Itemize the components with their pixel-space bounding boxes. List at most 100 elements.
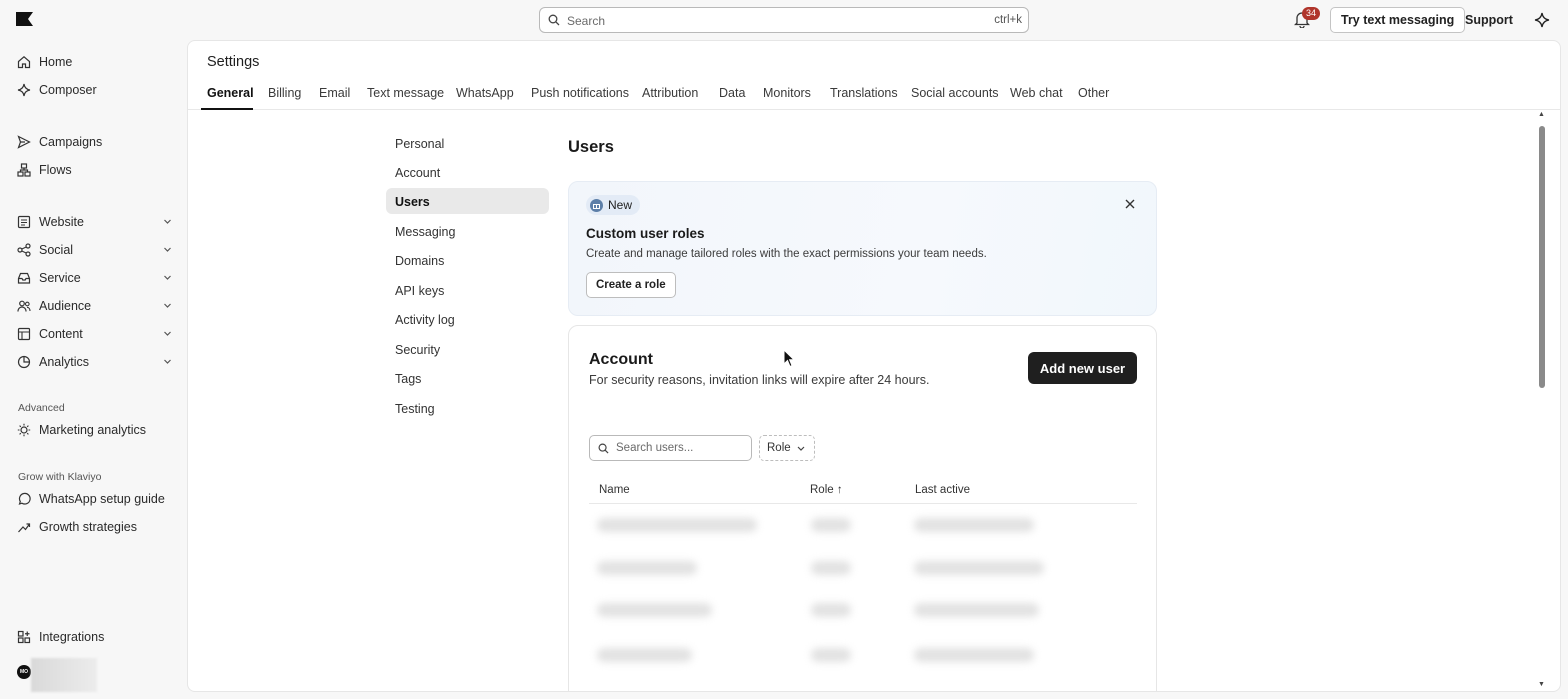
- subnav-account[interactable]: Account: [386, 159, 549, 185]
- analytics-icon: [17, 355, 31, 369]
- redacted-role: [811, 648, 851, 662]
- tab-other[interactable]: Other: [1078, 86, 1109, 100]
- sidebar-item-label: Flows: [39, 163, 72, 177]
- sidebar-item-marketing-analytics[interactable]: Marketing analytics: [17, 419, 172, 441]
- account-description: For security reasons, invitation links w…: [589, 373, 930, 387]
- avatar[interactable]: MO: [17, 665, 31, 679]
- new-badge-label: New: [608, 198, 633, 212]
- sidebar-item-integrations[interactable]: Integrations: [17, 626, 172, 648]
- account-title: Account: [589, 351, 653, 368]
- chevron-down-icon: [164, 359, 171, 364]
- section-title: Users: [568, 138, 614, 156]
- settings-tabs: General Billing Email Text message Whats…: [188, 81, 1560, 110]
- role-filter-button[interactable]: Role: [759, 435, 815, 461]
- tab-general[interactable]: General: [207, 86, 254, 100]
- redacted-last-active: [914, 518, 1034, 532]
- sidebar-item-label: Home: [39, 55, 73, 69]
- sidebar-item-label: WhatsApp setup guide: [39, 492, 165, 506]
- column-header-name[interactable]: Name: [599, 484, 630, 496]
- chevron-down-icon: [164, 219, 171, 224]
- settings-panel: Settings General Billing Email Text mess…: [187, 40, 1561, 692]
- role-filter-label: Role: [767, 442, 791, 454]
- page-title: Settings: [207, 54, 260, 70]
- subnav-testing[interactable]: Testing: [386, 395, 549, 421]
- subnav-users[interactable]: Users: [386, 188, 549, 214]
- sidebar-item-label: Social: [39, 243, 74, 257]
- subnav-activity-log[interactable]: Activity log: [386, 306, 549, 332]
- try-text-messaging-button[interactable]: Try text messaging: [1330, 7, 1466, 33]
- sidebar-item-label: Integrations: [39, 630, 105, 644]
- advanced-section-label: Advanced: [18, 402, 65, 414]
- sidebar-item-social[interactable]: Social: [17, 239, 172, 261]
- sidebar-item-whatsapp-setup-guide[interactable]: WhatsApp setup guide: [17, 488, 172, 510]
- sidebar-item-growth-strategies[interactable]: Growth strategies: [17, 516, 172, 538]
- banner-title: Custom user roles: [586, 226, 705, 241]
- tab-web-chat[interactable]: Web chat: [1010, 86, 1063, 100]
- sidebar-item-website[interactable]: Website: [17, 211, 172, 233]
- create-role-button[interactable]: Create a role: [586, 272, 676, 298]
- add-new-user-button[interactable]: Add new user: [1028, 352, 1137, 384]
- tab-attribution[interactable]: Attribution: [642, 86, 698, 100]
- sidebar-item-label: Analytics: [39, 355, 90, 369]
- search-placeholder: Search: [567, 14, 606, 28]
- scroll-up-arrow[interactable]: ▲: [1538, 111, 1545, 118]
- redacted-role: [811, 561, 851, 575]
- tab-billing[interactable]: Billing: [268, 86, 301, 100]
- tab-monitors[interactable]: Monitors: [763, 86, 811, 100]
- tab-push-notifications[interactable]: Push notifications: [531, 86, 629, 100]
- sidebar-item-audience[interactable]: Audience: [17, 295, 172, 317]
- tab-data[interactable]: Data: [719, 86, 745, 100]
- close-icon[interactable]: [1125, 199, 1135, 209]
- top-bar: Search ctrl+k 34 Try text messaging Supp…: [0, 0, 1568, 40]
- subnav-security[interactable]: Security: [386, 336, 549, 362]
- column-header-last-active[interactable]: Last active: [915, 484, 970, 496]
- ai-sparkle-icon[interactable]: [1534, 12, 1550, 28]
- chevron-down-icon: [164, 275, 171, 280]
- grow-section-label: Grow with Klaviyo: [18, 471, 102, 483]
- tab-social-accounts[interactable]: Social accounts: [911, 86, 999, 100]
- search-icon: [598, 443, 609, 454]
- subnav-api-keys[interactable]: API keys: [386, 277, 549, 303]
- subnav-tags[interactable]: Tags: [386, 365, 549, 391]
- sidebar-item-flows[interactable]: Flows: [17, 159, 172, 181]
- sidebar-item-label: Content: [39, 327, 83, 341]
- scroll-down-arrow[interactable]: ▼: [1538, 681, 1545, 688]
- sidebar: Home Composer Campaigns Flows Website So…: [0, 40, 186, 699]
- table-header-divider: [589, 503, 1137, 504]
- redacted-name: [597, 603, 712, 617]
- send-icon: [17, 135, 31, 149]
- account-name-redacted[interactable]: [31, 658, 97, 692]
- column-header-role[interactable]: Role ↑: [810, 484, 843, 496]
- sidebar-item-campaigns[interactable]: Campaigns: [17, 131, 172, 153]
- sidebar-item-service[interactable]: Service: [17, 267, 172, 289]
- chevron-down-icon: [164, 303, 171, 308]
- redacted-last-active: [914, 603, 1039, 617]
- tab-whatsapp[interactable]: WhatsApp: [456, 86, 514, 100]
- chevron-down-icon: [797, 446, 805, 451]
- global-search[interactable]: Search ctrl+k: [539, 7, 1029, 33]
- user-search-placeholder: Search users...: [616, 442, 694, 454]
- user-search-input[interactable]: Search users...: [589, 435, 752, 461]
- tab-email[interactable]: Email: [319, 86, 350, 100]
- sidebar-item-content[interactable]: Content: [17, 323, 172, 345]
- redacted-name: [597, 648, 692, 662]
- subnav-domains[interactable]: Domains: [386, 247, 549, 273]
- sidebar-item-label: Composer: [39, 83, 97, 97]
- scrollbar-thumb[interactable]: [1539, 126, 1545, 388]
- support-link[interactable]: Support: [1465, 13, 1513, 27]
- flow-icon: [17, 163, 31, 177]
- sparkle-icon: [17, 83, 31, 97]
- scrollbar[interactable]: ▲ ▼: [1537, 111, 1547, 691]
- subnav-personal[interactable]: Personal: [386, 130, 549, 156]
- chevron-down-icon: [164, 331, 171, 336]
- sidebar-item-analytics[interactable]: Analytics: [17, 351, 172, 373]
- tab-translations[interactable]: Translations: [830, 86, 898, 100]
- subnav-messaging[interactable]: Messaging: [386, 218, 549, 244]
- tab-text-message[interactable]: Text message: [367, 86, 444, 100]
- redacted-last-active: [914, 648, 1034, 662]
- klaviyo-logo-icon[interactable]: [16, 12, 33, 26]
- sidebar-item-composer[interactable]: Composer: [17, 79, 172, 101]
- sidebar-item-home[interactable]: Home: [17, 51, 172, 73]
- sidebar-item-label: Marketing analytics: [39, 423, 146, 437]
- gift-icon: [590, 198, 603, 212]
